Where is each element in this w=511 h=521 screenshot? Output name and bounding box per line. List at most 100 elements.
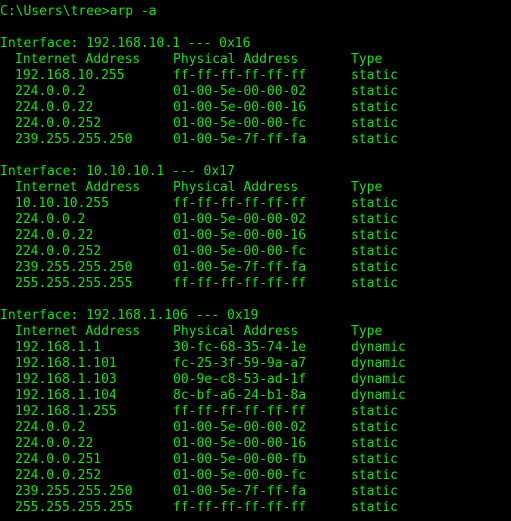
arp-entry-row: 192.168.1.104 8c-bf-a6-24-b1-8a dynamic <box>0 388 511 404</box>
arp-entry-row: 255.255.255.255 ff-ff-ff-ff-ff-ff static <box>0 276 511 292</box>
entry-type-value: static <box>351 404 398 419</box>
entry-type-value: static <box>351 436 398 451</box>
internet-address-value: 192.168.1.255 <box>15 404 117 419</box>
physical-address-value: 01-00-5e-00-00-02 <box>173 212 307 227</box>
arp-entry-row: 255.255.255.255 ff-ff-ff-ff-ff-ff static <box>0 500 511 516</box>
internet-address-value: 192.168.1.101 <box>15 356 117 371</box>
entry-type-value: dynamic <box>351 388 406 403</box>
internet-address-value: 192.168.1.104 <box>15 388 117 403</box>
internet-address-value: 224.0.0.22 <box>15 100 94 115</box>
physical-address-value: 01-00-5e-7f-ff-fa <box>173 260 307 275</box>
entry-type-value: dynamic <box>351 356 406 371</box>
column-header-type: Type <box>351 180 383 195</box>
column-header-physical-address: Physical Address <box>173 52 299 67</box>
arp-entry-row: 239.255.255.250 01-00-5e-7f-ff-fa static <box>0 132 511 148</box>
physical-address-value: 30-fc-68-35-74-1e <box>173 340 307 355</box>
column-header-internet-address: Internet Address <box>15 180 141 195</box>
internet-address-value: 255.255.255.255 <box>15 276 133 291</box>
interface-header: Interface: 192.168.1.106 --- 0x19 <box>0 308 259 323</box>
physical-address-value: ff-ff-ff-ff-ff-ff <box>173 68 307 83</box>
internet-address-value: 239.255.255.250 <box>15 484 133 499</box>
entry-type-value: dynamic <box>351 372 406 387</box>
physical-address-value: 00-9e-c8-53-ad-1f <box>173 372 307 387</box>
internet-address-value: 255.255.255.255 <box>15 500 133 515</box>
internet-address-value: 224.0.0.252 <box>15 116 102 131</box>
arp-entry-row: 224.0.0.22 01-00-5e-00-00-16 static <box>0 228 511 244</box>
command-prompt-line: C:\Users\tree>arp -a <box>0 4 157 19</box>
physical-address-value: ff-ff-ff-ff-ff-ff <box>173 404 307 419</box>
arp-entry-row: 192.168.1.103 00-9e-c8-53-ad-1f dynamic <box>0 372 511 388</box>
internet-address-value: 192.168.1.103 <box>15 372 117 387</box>
interface-header: Interface: 10.10.10.1 --- 0x17 <box>0 164 235 179</box>
arp-entry-row: 224.0.0.2 01-00-5e-00-00-02 static <box>0 84 511 100</box>
arp-entry-row: 192.168.1.101 fc-25-3f-59-9a-a7 dynamic <box>0 356 511 372</box>
physical-address-value: ff-ff-ff-ff-ff-ff <box>173 500 307 515</box>
column-header-internet-address: Internet Address <box>15 52 141 67</box>
column-header-row: Internet Address Physical Address Type <box>0 180 511 196</box>
arp-entry-row: 239.255.255.250 01-00-5e-7f-ff-fa static <box>0 260 511 276</box>
entry-type-value: static <box>351 244 398 259</box>
physical-address-value: 01-00-5e-00-00-16 <box>173 436 307 451</box>
physical-address-value: 01-00-5e-7f-ff-fa <box>173 484 307 499</box>
physical-address-value: ff-ff-ff-ff-ff-ff <box>173 196 307 211</box>
entry-type-value: dynamic <box>351 340 406 355</box>
internet-address-value: 239.255.255.250 <box>15 260 133 275</box>
arp-entry-row: 224.0.0.2 01-00-5e-00-00-02 static <box>0 212 511 228</box>
physical-address-value: 8c-bf-a6-24-b1-8a <box>173 388 307 403</box>
entry-type-value: static <box>351 228 398 243</box>
physical-address-value: 01-00-5e-00-00-02 <box>173 420 307 435</box>
internet-address-value: 224.0.0.22 <box>15 228 94 243</box>
terminal-window[interactable]: C:\Users\tree>arp -a Interface: 192.168.… <box>0 0 511 521</box>
column-header-type: Type <box>351 52 383 67</box>
entry-type-value: static <box>351 84 398 99</box>
arp-entry-row: 192.168.10.255 ff-ff-ff-ff-ff-ff static <box>0 68 511 84</box>
arp-entry-row: 10.10.10.255 ff-ff-ff-ff-ff-ff static <box>0 196 511 212</box>
entry-type-value: static <box>351 484 398 499</box>
internet-address-value: 224.0.0.2 <box>15 212 86 227</box>
physical-address-value: 01-00-5e-00-00-fc <box>173 244 307 259</box>
arp-output: Interface: 192.168.10.1 --- 0x16 Internet… <box>0 36 511 516</box>
internet-address-value: 224.0.0.22 <box>15 436 94 451</box>
physical-address-value: 01-00-5e-00-00-02 <box>173 84 307 99</box>
column-header-row: Internet Address Physical Address Type <box>0 324 511 340</box>
physical-address-value: fc-25-3f-59-9a-a7 <box>173 356 307 371</box>
arp-entry-row: 239.255.255.250 01-00-5e-7f-ff-fa static <box>0 484 511 500</box>
physical-address-value: 01-00-5e-00-00-fc <box>173 116 307 131</box>
entry-type-value: static <box>351 276 398 291</box>
interface-header: Interface: 192.168.10.1 --- 0x16 <box>0 36 251 51</box>
physical-address-value: 01-00-5e-00-00-16 <box>173 228 307 243</box>
internet-address-value: 224.0.0.2 <box>15 84 86 99</box>
physical-address-value: 01-00-5e-00-00-fc <box>173 468 307 483</box>
internet-address-value: 224.0.0.252 <box>15 244 102 259</box>
column-header-type: Type <box>351 324 383 339</box>
physical-address-value: ff-ff-ff-ff-ff-ff <box>173 276 307 291</box>
entry-type-value: static <box>351 132 398 147</box>
internet-address-value: 192.168.10.255 <box>15 68 125 83</box>
entry-type-value: static <box>351 196 398 211</box>
column-header-physical-address: Physical Address <box>173 180 299 195</box>
entry-type-value: static <box>351 212 398 227</box>
entry-type-value: static <box>351 452 398 467</box>
internet-address-value: 224.0.0.252 <box>15 468 102 483</box>
arp-entry-row: 192.168.1.1 30-fc-68-35-74-1e dynamic <box>0 340 511 356</box>
arp-entry-row: 224.0.0.22 01-00-5e-00-00-16 static <box>0 436 511 452</box>
arp-entry-row: 224.0.0.252 01-00-5e-00-00-fc static <box>0 244 511 260</box>
physical-address-value: 01-00-5e-7f-ff-fa <box>173 132 307 147</box>
column-header-physical-address: Physical Address <box>173 324 299 339</box>
arp-entry-row: 224.0.0.252 01-00-5e-00-00-fc static <box>0 468 511 484</box>
arp-entry-row: 224.0.0.251 01-00-5e-00-00-fb static <box>0 452 511 468</box>
internet-address-value: 224.0.0.251 <box>15 452 102 467</box>
entry-type-value: static <box>351 500 398 515</box>
entry-type-value: static <box>351 468 398 483</box>
arp-entry-row: 224.0.0.2 01-00-5e-00-00-02 static <box>0 420 511 436</box>
entry-type-value: static <box>351 260 398 275</box>
internet-address-value: 224.0.0.2 <box>15 420 86 435</box>
physical-address-value: 01-00-5e-00-00-16 <box>173 100 307 115</box>
column-header-row: Internet Address Physical Address Type <box>0 52 511 68</box>
arp-entry-row: 224.0.0.22 01-00-5e-00-00-16 static <box>0 100 511 116</box>
entry-type-value: static <box>351 420 398 435</box>
internet-address-value: 192.168.1.1 <box>15 340 102 355</box>
